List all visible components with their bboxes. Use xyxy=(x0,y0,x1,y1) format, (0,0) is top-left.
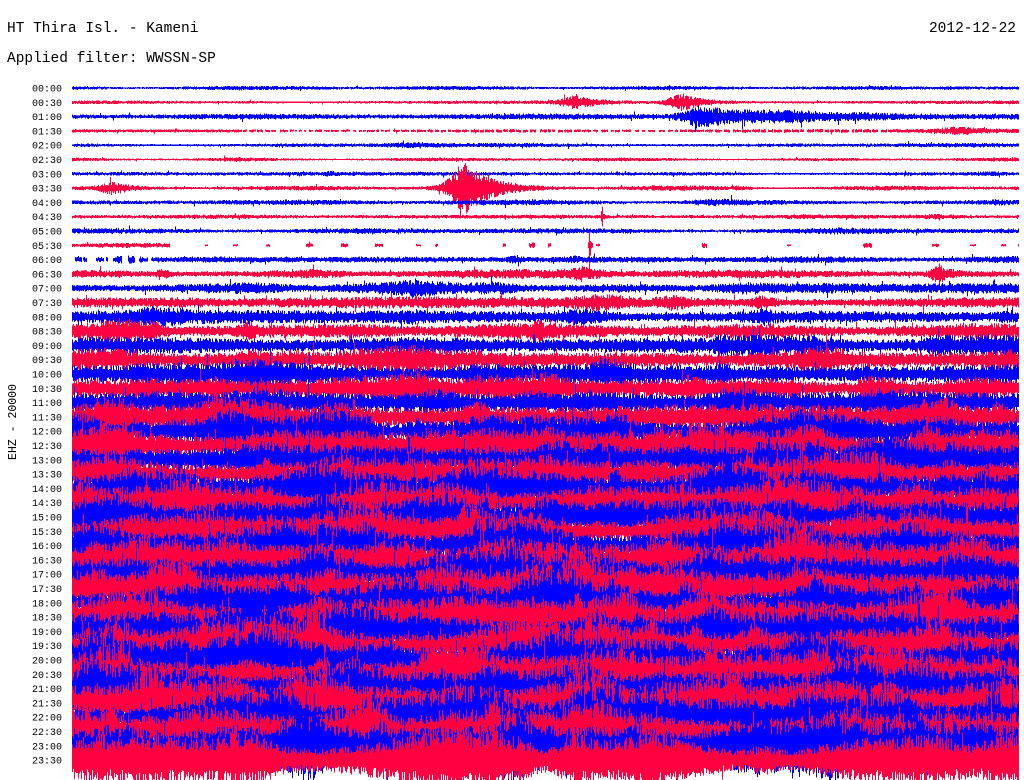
time-label: 00:00 xyxy=(32,85,62,96)
helicorder-plot: 00:00 00:30 01:00 01:30 02:00 02:30 03:00 03:30… xyxy=(7,84,1019,780)
trace-02-00 xyxy=(72,140,1019,149)
time-label: 07:00 xyxy=(32,285,62,296)
filter-label: Applied filter: WWSSN-SP xyxy=(7,51,216,67)
time-label: 11:00 xyxy=(32,399,62,410)
time-label: 14:30 xyxy=(32,499,62,510)
time-label: 00:30 xyxy=(32,99,62,110)
time-label: 16:30 xyxy=(32,556,62,567)
time-label: 13:30 xyxy=(32,471,62,482)
time-label: 04:00 xyxy=(32,199,62,210)
time-label: 21:30 xyxy=(32,699,62,710)
time-axis: 00:00 00:30 01:00 01:30 02:00 02:30 03:00 03:30… xyxy=(32,85,62,768)
time-label: 06:00 xyxy=(32,256,62,267)
time-label: 03:00 xyxy=(32,170,62,181)
time-label: 01:00 xyxy=(32,113,62,124)
station-title: HT Thira Isl. - Kameni xyxy=(7,21,199,37)
time-label: 01:30 xyxy=(32,127,62,138)
time-label: 10:00 xyxy=(32,371,62,382)
trace-05-30 xyxy=(72,231,1019,271)
time-label: 02:00 xyxy=(32,142,62,153)
trace-07-00 xyxy=(72,275,1019,301)
time-label: 23:00 xyxy=(32,742,62,753)
time-label: 23:30 xyxy=(32,757,62,768)
time-label: 14:00 xyxy=(32,485,62,496)
trace-01-00 xyxy=(72,105,1019,133)
time-label: 17:00 xyxy=(32,571,62,582)
y-axis-label: EHZ - 20000 xyxy=(7,384,20,460)
time-label: 04:30 xyxy=(32,213,62,224)
time-label: 19:00 xyxy=(32,628,62,639)
trace-02-30 xyxy=(72,155,1019,163)
trace-04-00 xyxy=(72,195,1019,209)
trace-04-30 xyxy=(72,206,1019,227)
time-label: 17:30 xyxy=(32,585,62,596)
time-label: 15:00 xyxy=(32,514,62,525)
time-label: 21:00 xyxy=(32,685,62,696)
trace-03-30 xyxy=(72,162,1019,219)
time-label: 20:30 xyxy=(32,671,62,682)
trace-00-00 xyxy=(72,84,1019,92)
time-label: 18:00 xyxy=(32,599,62,610)
plot-date: 2012-12-22 xyxy=(928,21,1016,37)
time-label: 02:30 xyxy=(32,156,62,167)
time-label: 18:30 xyxy=(32,614,62,625)
trace-03-00 xyxy=(72,170,1019,178)
time-label: 08:00 xyxy=(32,313,62,324)
time-label: 03:30 xyxy=(32,185,62,196)
time-label: 09:30 xyxy=(32,356,62,367)
time-label: 09:00 xyxy=(32,342,62,353)
time-label: 11:30 xyxy=(32,413,62,424)
time-label: 05:00 xyxy=(32,228,62,239)
trace-06-00 xyxy=(75,253,1019,267)
time-label: 22:30 xyxy=(32,728,62,739)
trace-05-00 xyxy=(72,225,1019,236)
time-label: 13:00 xyxy=(32,456,62,467)
trace-00-30 xyxy=(72,93,1019,111)
time-label: 07:30 xyxy=(32,299,62,310)
time-label: 10:30 xyxy=(32,385,62,396)
time-label: 19:30 xyxy=(32,642,62,653)
trace-06-30 xyxy=(72,263,1019,284)
time-label: 05:30 xyxy=(32,242,62,253)
time-label: 06:30 xyxy=(32,270,62,281)
time-label: 20:00 xyxy=(32,657,62,668)
traces-group xyxy=(72,84,1019,780)
time-label: 15:30 xyxy=(32,528,62,539)
time-label: 12:00 xyxy=(32,428,62,439)
time-label: 08:30 xyxy=(32,328,62,339)
time-label: 22:00 xyxy=(32,714,62,725)
trace-01-30 xyxy=(72,126,1019,136)
time-label: 16:00 xyxy=(32,542,62,553)
time-label: 12:30 xyxy=(32,442,62,453)
